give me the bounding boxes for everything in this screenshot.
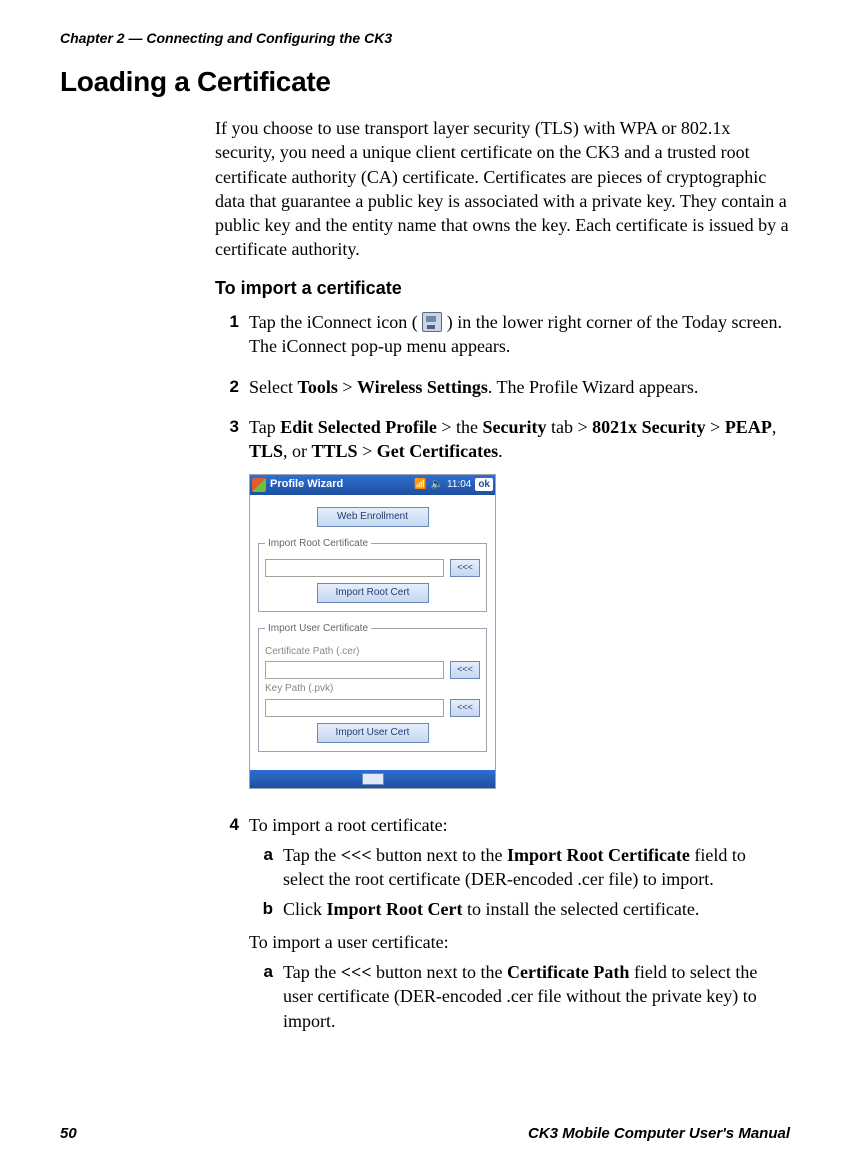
text: , or <box>283 441 312 461</box>
step-number: 2 <box>215 375 239 405</box>
text: To import a root certificate: <box>249 813 790 837</box>
browse-key-button[interactable]: <<< <box>450 699 480 717</box>
import-user-cert-button[interactable]: Import User Cert <box>317 723 429 743</box>
step-number: 1 <box>215 310 239 365</box>
text: > <box>706 417 725 437</box>
text: Click <box>283 899 327 919</box>
import-root-certificate-field: Import Root Certificate <box>507 845 690 865</box>
text: button next to the <box>372 962 507 982</box>
step-3: 3 Tap Edit Selected Profile > the Securi… <box>215 415 790 803</box>
text: Tap the <box>283 845 341 865</box>
row: Key Path (.pvk) <box>265 682 480 696</box>
tab-security: Security <box>483 417 547 437</box>
text: > <box>358 441 377 461</box>
menu-get-certificates: Get Certificates <box>377 441 498 461</box>
row: <<< <box>265 699 480 717</box>
option-peap: PEAP <box>725 417 772 437</box>
keyboard-icon[interactable] <box>362 773 384 785</box>
step-body: Tap Edit Selected Profile > the Security… <box>249 415 790 803</box>
import-user-certificate-group: Import User Certificate Certificate Path… <box>258 622 487 752</box>
text: , <box>772 417 777 437</box>
step-number: 4 <box>215 813 239 1039</box>
user-cert-path-input[interactable] <box>265 661 444 679</box>
row: Certificate Path (.cer) <box>265 645 480 659</box>
page-footer: 50 CK3 Mobile Computer User's Manual <box>60 1125 790 1142</box>
running-header: Chapter 2 — Connecting and Configuring t… <box>60 30 790 46</box>
text: to install the selected certificate. <box>462 899 699 919</box>
import-root-cert-label: Import Root Cert <box>327 899 463 919</box>
root-cert-path-input[interactable] <box>265 559 444 577</box>
row: <<< <box>265 661 480 679</box>
menu-8021x-security: 8021x Security <box>592 417 705 437</box>
import-root-cert-button[interactable]: Import Root Cert <box>317 583 429 603</box>
windows-flag-icon[interactable] <box>252 478 266 492</box>
step-4: 4 To import a root certificate: a Tap th… <box>215 813 790 1039</box>
certificate-path-field: Certificate Path <box>507 962 629 982</box>
procedure-heading: To import a certificate <box>215 276 790 300</box>
key-path-input[interactable] <box>265 699 444 717</box>
text: button next to the <box>372 845 507 865</box>
wizard-body: Web Enrollment Import Root Certificate <… <box>250 495 495 770</box>
speaker-icon[interactable]: 🔈 <box>431 478 443 492</box>
group-legend: Import User Certificate <box>265 622 371 636</box>
iconnect-icon <box>422 312 442 332</box>
row: <<< <box>265 559 480 577</box>
step-body: Select Tools > Wireless Settings. The Pr… <box>249 375 790 405</box>
page: Chapter 2 — Connecting and Configuring t… <box>0 0 850 1170</box>
text: Select <box>249 377 297 397</box>
wizard-titlebar: Profile Wizard 📶 🔈 11:04 ok <box>250 475 495 495</box>
substep-letter: a <box>249 843 273 892</box>
ok-button[interactable]: ok <box>475 478 493 492</box>
substep-b: b Click Import Root Cert to install the … <box>249 897 790 921</box>
substep-body: Tap the <<< button next to the Certifica… <box>283 960 790 1033</box>
menu-wireless-settings: Wireless Settings <box>357 377 488 397</box>
profile-wizard-window: Profile Wizard 📶 🔈 11:04 ok Web Enrollme… <box>249 474 496 789</box>
group-legend: Import Root Certificate <box>265 537 371 551</box>
text: Tap <box>249 417 280 437</box>
option-ttls: TTLS <box>312 441 358 461</box>
signal-icon[interactable]: 📶 <box>414 478 426 492</box>
text: . <box>498 441 503 461</box>
chevron-button-label: <<< <box>341 962 372 982</box>
substep-letter: b <box>249 897 273 921</box>
key-path-label: Key Path (.pvk) <box>265 682 333 696</box>
text: Tap the iConnect icon ( <box>249 312 418 332</box>
wizard-footer <box>250 770 495 788</box>
substep-a2: a Tap the <<< button next to the Certifi… <box>249 960 790 1033</box>
step-1: 1 Tap the iConnect icon ( ) in the lower… <box>215 310 790 365</box>
browse-user-cert-button[interactable]: <<< <box>450 661 480 679</box>
text: Tap the <box>283 962 341 982</box>
option-tls: TLS <box>249 441 283 461</box>
step-2: 2 Select Tools > Wireless Settings. The … <box>215 375 790 405</box>
substep-letter: a <box>249 960 273 1033</box>
step-body: Tap the iConnect icon ( ) in the lower r… <box>249 310 790 365</box>
substep-a: a Tap the <<< button next to the Import … <box>249 843 790 892</box>
menu-edit-selected-profile: Edit Selected Profile <box>280 417 437 437</box>
body-block: If you choose to use transport layer sec… <box>215 116 790 1039</box>
text: tab > <box>547 417 593 437</box>
section-title: Loading a Certificate <box>60 66 790 98</box>
wizard-title: Profile Wizard <box>270 477 410 492</box>
import-root-certificate-group: Import Root Certificate <<< Import Root … <box>258 537 487 613</box>
browse-root-button[interactable]: <<< <box>450 559 480 577</box>
web-enrollment-button[interactable]: Web Enrollment <box>317 507 429 527</box>
text: > the <box>437 417 483 437</box>
intro-paragraph: If you choose to use transport layer sec… <box>215 116 790 262</box>
step-body: To import a root certificate: a Tap the … <box>249 813 790 1039</box>
page-number: 50 <box>60 1125 77 1142</box>
step-number: 3 <box>215 415 239 803</box>
text: To import a user certificate: <box>249 930 790 954</box>
substep-body: Tap the <<< button next to the Import Ro… <box>283 843 790 892</box>
cert-path-label: Certificate Path (.cer) <box>265 645 359 659</box>
clock-text: 11:04 <box>447 478 471 492</box>
manual-title: CK3 Mobile Computer User's Manual <box>528 1125 790 1142</box>
chevron-button-label: <<< <box>341 845 372 865</box>
titlebar-icons: 📶 🔈 11:04 ok <box>414 478 493 492</box>
text: > <box>338 377 357 397</box>
menu-tools: Tools <box>297 377 337 397</box>
substep-body: Click Import Root Cert to install the se… <box>283 897 790 921</box>
text: . The Profile Wizard appears. <box>488 377 699 397</box>
